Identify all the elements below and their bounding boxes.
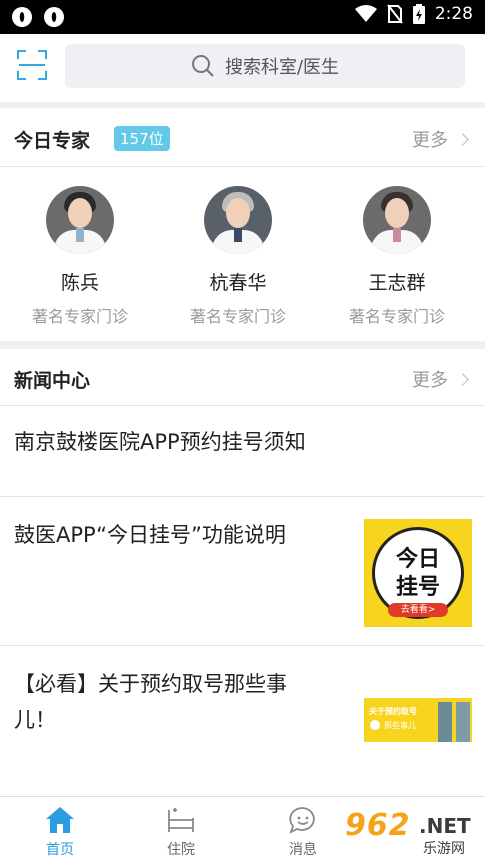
experts-count-badge: 157位 [114,126,170,151]
app-notification-icon [12,7,32,27]
expert-tag: 著名专家门诊 [31,307,128,326]
chevron-right-icon [456,372,469,386]
bed-icon [168,808,194,832]
site-watermark: 962 .NET 乐游网 [345,808,480,860]
news-item[interactable]: 【必看】关于预约取号那些事 儿！ 关于预约取号 那些事儿 [0,646,485,796]
wifi-icon [354,5,377,22]
nav-label: 消息 [289,842,317,858]
message-icon [289,807,315,834]
expert-card[interactable]: 王志群 著名专家门诊 [327,186,467,327]
thumb-button-text: 去看看> [388,603,448,617]
avatar [363,186,431,254]
news-item-title: 【必看】关于预约取号那些事 [14,672,287,696]
nav-label: 住院 [167,842,195,858]
home-icon [46,807,74,833]
news-thumbnail: 关于预约取号 那些事儿 [364,698,472,742]
experts-title: 今日专家 [14,130,91,152]
nav-messages[interactable]: 消息 [273,805,333,859]
search-placeholder: 搜索科室/医生 [224,57,340,78]
expert-tag: 著名专家门诊 [189,307,286,326]
battery-icon [412,4,425,24]
news-thumbnail: 今日 挂号 去看看> [364,519,472,627]
news-item-title: 鼓医APP“今日挂号”功能说明 [14,523,286,547]
expert-card[interactable]: 陈兵 著名专家门诊 [10,186,150,327]
news-more-link[interactable]: 更多 [412,366,469,392]
app-header: 搜索科室/医生 [0,34,485,102]
thumb-text: 关于预约取号 [369,707,417,716]
section-spacer [0,341,485,349]
watermark-suffix: .NET [419,814,471,838]
app-notification-icon [44,7,64,27]
chevron-right-icon [456,132,469,146]
experts-list: 陈兵 著名专家门诊 杭春华 著名专家门诊 王志群 著名专家门诊 [0,167,485,341]
news-item-title-line2: 儿！ [14,708,56,732]
expert-name: 王志群 [368,272,426,294]
experts-more-link[interactable]: 更多 [412,126,469,152]
expert-tag: 著名专家门诊 [348,307,445,326]
more-label: 更多 [412,370,448,391]
expert-card[interactable]: 杭春华 著名专家门诊 [168,186,308,327]
no-sim-icon [387,4,403,24]
nav-home[interactable]: 首页 [30,805,90,859]
avatar [204,186,272,254]
experts-header: 今日专家 157位 更多 [0,108,485,166]
news-title: 新闻中心 [14,370,91,392]
news-item-title: 南京鼓楼医院APP预约挂号须知 [14,430,306,454]
news-item[interactable]: 鼓医APP“今日挂号”功能说明 今日 挂号 去看看> [0,497,485,645]
more-label: 更多 [412,130,448,151]
thumb-text: 挂号 [395,575,440,600]
scan-icon[interactable] [17,50,47,80]
watermark-site: 乐游网 [423,841,465,857]
status-time: 2:28 [434,4,473,24]
expert-name: 陈兵 [60,272,99,294]
nav-inpatient[interactable]: 住院 [151,805,211,859]
thumb-text: 那些事儿 [384,721,416,730]
status-bar: 2:28 [0,0,485,34]
watermark-number: 962 [345,808,411,843]
search-input[interactable]: 搜索科室/医生 [65,44,465,88]
expert-name: 杭春华 [209,272,267,294]
news-header: 新闻中心 更多 [0,349,485,405]
nav-label: 首页 [46,842,74,858]
search-icon [191,55,214,77]
news-item[interactable]: 南京鼓楼医院APP预约挂号须知 [0,406,485,496]
avatar [46,186,114,254]
